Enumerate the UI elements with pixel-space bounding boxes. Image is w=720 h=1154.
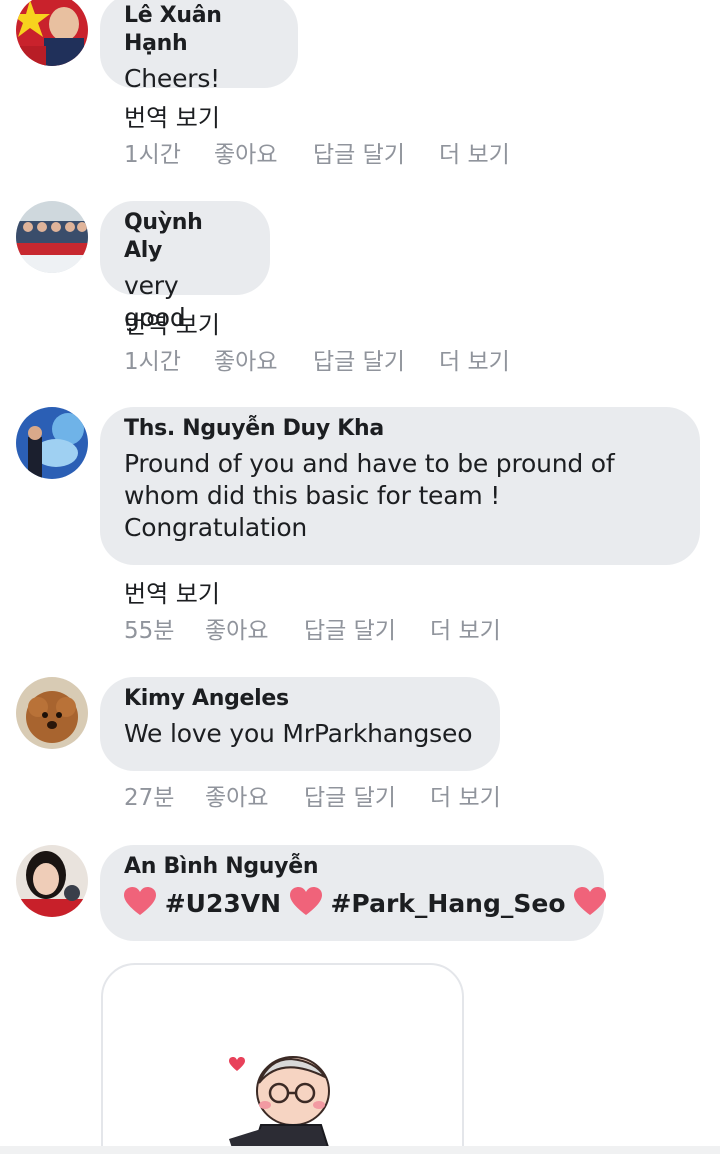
comment-bubble: Kimy Angeles We love you MrParkhangseo xyxy=(100,677,500,771)
sticker-attachment[interactable] xyxy=(101,963,464,1154)
comment-author[interactable]: Ths. Nguyễn Duy Kha xyxy=(124,415,676,443)
bottom-divider xyxy=(0,1146,720,1154)
avatar[interactable] xyxy=(16,845,88,917)
more-button[interactable]: 더 보기 xyxy=(439,135,510,169)
reply-button[interactable]: 답글 달기 xyxy=(313,135,439,169)
comment-text: Pround of you and have to be pround of w… xyxy=(124,448,676,544)
comment-hashtags: #U23VN #Park_Hang_Seo xyxy=(124,887,607,918)
comment-author[interactable]: Kimy Angeles xyxy=(124,685,476,713)
more-button[interactable]: 더 보기 xyxy=(430,778,501,812)
see-translation-link[interactable]: 번역 보기 xyxy=(124,574,220,609)
see-translation-link[interactable]: 번역 보기 xyxy=(124,98,220,133)
comment-bubble: Quỳnh Aly very good xyxy=(100,201,270,332)
hashtag-link[interactable]: #U23VN xyxy=(165,889,281,918)
comment-time: 27분 xyxy=(124,785,175,811)
like-button[interactable]: 좋아요 xyxy=(205,778,304,812)
reply-button[interactable]: 답글 달기 xyxy=(304,778,430,812)
more-button[interactable]: 더 보기 xyxy=(439,342,510,376)
avatar[interactable] xyxy=(16,677,88,749)
reply-button[interactable]: 답글 달기 xyxy=(313,342,439,376)
comment-bubble: An Bình Nguyễn #U23VN #Park_Hang_Seo xyxy=(100,845,607,941)
comment-actions: 1시간 좋아요 답글 달기 더 보기 xyxy=(124,342,510,376)
avatar[interactable] xyxy=(16,0,88,66)
comment-actions: 55분 좋아요 답글 달기 더 보기 xyxy=(124,611,501,645)
comment-text: We love you MrParkhangseo xyxy=(124,719,473,748)
reply-button[interactable]: 답글 달기 xyxy=(304,611,430,645)
heart-emoji-icon xyxy=(574,887,607,915)
comment-author[interactable]: An Bình Nguyễn xyxy=(124,853,580,881)
comment-text-line: Congratulation xyxy=(124,513,308,542)
avatar[interactable] xyxy=(16,407,88,479)
heart-emoji-icon xyxy=(289,887,322,915)
like-button[interactable]: 좋아요 xyxy=(205,611,304,645)
comment-text-line: whom did this basic for team ! xyxy=(124,481,501,510)
comment-author[interactable]: Quỳnh Aly xyxy=(124,209,246,265)
comment-actions: 1시간 좋아요 답글 달기 더 보기 xyxy=(124,135,510,169)
comment-author[interactable]: Lê Xuân Hạnh xyxy=(124,2,274,58)
heart-emoji-icon xyxy=(124,887,156,915)
like-button[interactable]: 좋아요 xyxy=(214,342,313,376)
sticker-cartoon-icon xyxy=(229,1056,332,1154)
see-translation-link[interactable]: 번역 보기 xyxy=(124,305,220,340)
comment-bubble: Ths. Nguyễn Duy Kha Pround of you and ha… xyxy=(100,407,700,565)
more-button[interactable]: 더 보기 xyxy=(430,611,501,645)
comment-time: 1시간 xyxy=(124,142,181,168)
comment-time: 1시간 xyxy=(124,349,181,375)
comment-text-line: Pround of you and have to be pround of xyxy=(124,449,615,478)
comment-bubble: Lê Xuân Hạnh Cheers! xyxy=(100,0,298,93)
comment-text: Cheers! xyxy=(124,64,220,93)
comment-time: 55분 xyxy=(124,618,175,644)
like-button[interactable]: 좋아요 xyxy=(214,135,313,169)
avatar[interactable] xyxy=(16,201,88,273)
comment-actions: 27분 좋아요 답글 달기 더 보기 xyxy=(124,778,501,812)
hashtag-link[interactable]: #Park_Hang_Seo xyxy=(330,889,565,918)
